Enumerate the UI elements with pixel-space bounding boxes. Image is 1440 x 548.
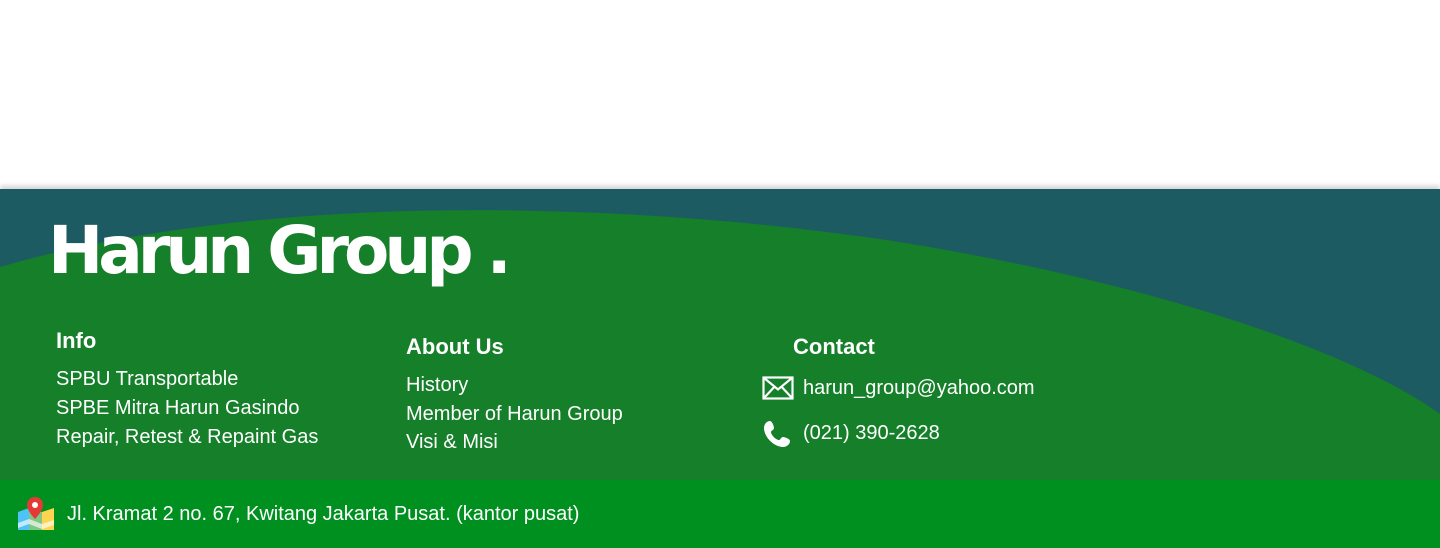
link-repair-retest-repaint[interactable]: Repair, Retest & Repaint Gas bbox=[56, 423, 318, 452]
site-footer: Harun Group. Info SPBU Transportable SPB… bbox=[0, 189, 1440, 480]
contact-email-link[interactable]: harun_group@yahoo.com bbox=[762, 373, 1162, 403]
contact-email-text: harun_group@yahoo.com bbox=[803, 376, 1035, 399]
brand-logo-dot: . bbox=[486, 212, 512, 289]
contact-phone-link[interactable]: (021) 390-2628 bbox=[762, 418, 1162, 448]
link-spbe-mitra-harun-gasindo[interactable]: SPBE Mitra Harun Gasindo bbox=[56, 394, 318, 423]
contact-heading: Contact bbox=[793, 334, 875, 359]
brand-logo-text: Harun Group bbox=[48, 212, 474, 289]
address-text: Jl. Kramat 2 no. 67, Kwitang Jakarta Pus… bbox=[67, 502, 580, 525]
phone-icon bbox=[762, 420, 794, 447]
address-bar: Jl. Kramat 2 no. 67, Kwitang Jakarta Pus… bbox=[0, 480, 1440, 548]
map-pin-icon bbox=[16, 496, 56, 532]
link-visi-misi[interactable]: Visi & Misi bbox=[406, 428, 623, 457]
link-history[interactable]: History bbox=[406, 371, 623, 400]
contact-phone-text: (021) 390-2628 bbox=[803, 421, 940, 444]
info-heading: Info bbox=[56, 328, 97, 353]
footer-column-info: Info SPBU Transportable SPBE Mitra Harun… bbox=[56, 327, 318, 452]
envelope-icon bbox=[762, 375, 794, 401]
brand-logo[interactable]: Harun Group. bbox=[48, 211, 512, 291]
about-heading: About Us bbox=[406, 334, 504, 359]
link-member-of-harun-group[interactable]: Member of Harun Group bbox=[406, 400, 623, 429]
link-spbu-transportable[interactable]: SPBU Transportable bbox=[56, 365, 318, 394]
blank-top-area bbox=[0, 0, 1440, 189]
footer-column-contact: Contact harun_group@yahoo.com (021) 390-… bbox=[762, 333, 1162, 463]
footer-column-about: About Us History Member of Harun Group V… bbox=[406, 333, 623, 457]
